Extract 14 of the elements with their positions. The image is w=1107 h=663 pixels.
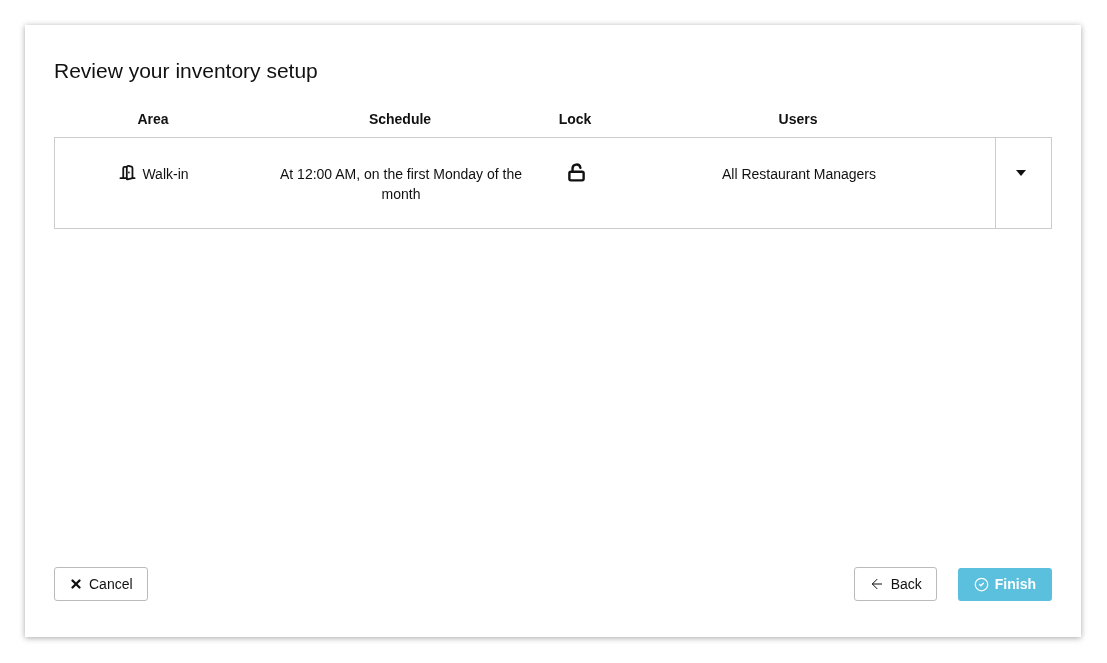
back-button[interactable]: Back — [853, 567, 937, 601]
column-header: Schedule — [367, 110, 433, 129]
door-icon — [119, 163, 137, 181]
table-cell-text: At 12:00 AM, on the first Monday of the month — [279, 164, 523, 204]
column-header: Users — [777, 110, 819, 129]
cancel-button[interactable]: Cancel — [54, 567, 148, 601]
check-circle-icon — [973, 576, 989, 592]
dialog-title: Review your inventory setup — [54, 58, 319, 84]
expand-toggle[interactable] — [1015, 168, 1027, 177]
table-cell-text: All Restaurant Managers — [721, 164, 877, 184]
column-header: Lock — [557, 110, 593, 129]
column-header: Area — [136, 110, 170, 129]
close-icon — [69, 577, 83, 591]
table-cell-text: Walk-in — [142, 164, 189, 184]
